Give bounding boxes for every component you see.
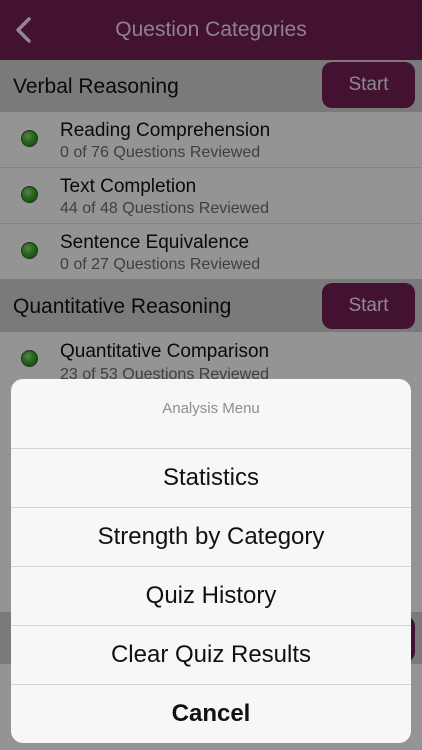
clear-quiz-results-button[interactable]: Clear Quiz Results xyxy=(11,626,411,685)
strength-by-category-button[interactable]: Strength by Category xyxy=(11,508,411,567)
menu-title: Analysis Menu xyxy=(11,379,411,449)
quiz-history-button[interactable]: Quiz History xyxy=(11,567,411,626)
cancel-button[interactable]: Cancel xyxy=(11,685,411,743)
analysis-menu-sheet: Analysis Menu Statistics Strength by Cat… xyxy=(11,379,411,743)
statistics-button[interactable]: Statistics xyxy=(11,449,411,508)
